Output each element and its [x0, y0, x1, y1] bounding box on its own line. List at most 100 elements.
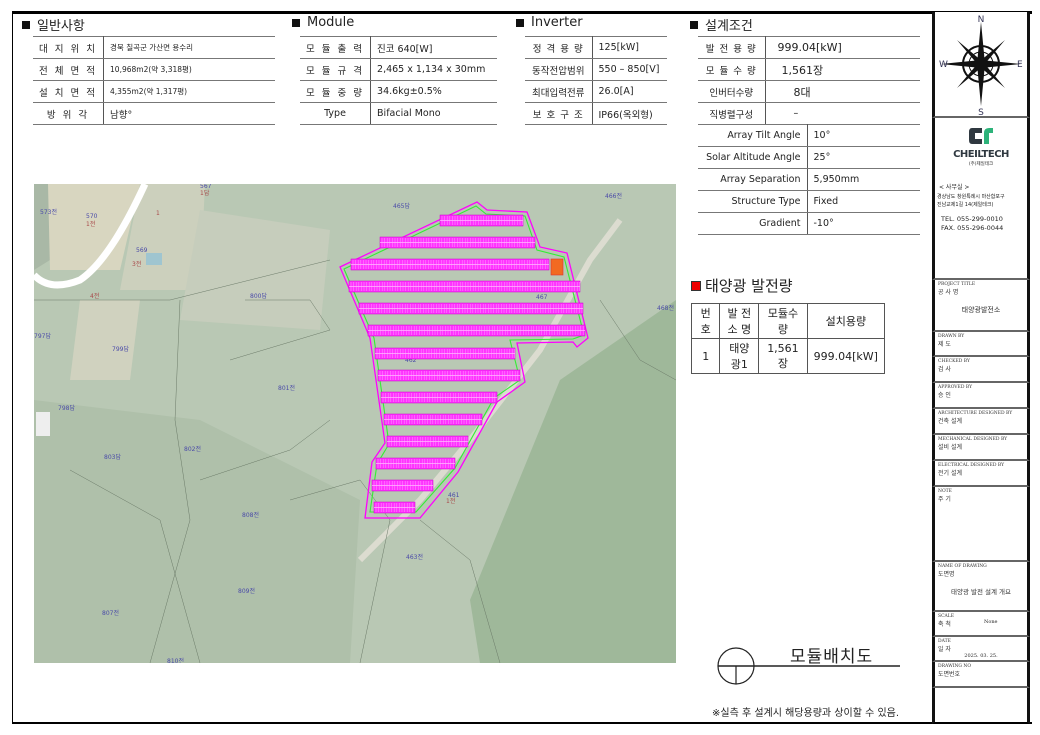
label: Gradient	[698, 212, 808, 235]
value: 999.04[kW]	[765, 36, 920, 59]
value: 10°	[807, 124, 920, 147]
value: 550 – 850[V]	[592, 58, 667, 81]
caption: DRAWING NO	[938, 664, 972, 669]
parcel-label: 4전	[90, 292, 99, 300]
caption-kr: 도면명	[938, 571, 955, 578]
parcel-label: 808전	[242, 511, 259, 519]
electrical-cell: ELECTRICAL DESIGNED BY 전기 설계	[932, 461, 1030, 487]
label: 모 듈 출 력	[300, 36, 372, 59]
parcel-label: 3전	[132, 260, 141, 268]
value: 5,950mm	[807, 168, 920, 191]
value: 26.0[A]	[592, 80, 667, 103]
caption-kr: 일 자	[938, 646, 951, 653]
generation-table: 번 호 발 전 소 명 모듈수량 설치용량 1 태양광1 1,561장 999.…	[690, 303, 886, 374]
value: –	[765, 102, 920, 125]
date-value: 2025. 03. 25.	[964, 653, 998, 659]
label: 모 듈 중 량	[300, 80, 372, 103]
approved-by-cell: APPROVED BY 승 인	[932, 383, 1030, 409]
drawing-title: 모듈배치도	[790, 647, 874, 667]
section-general-header: 일반사항	[22, 15, 85, 34]
company-cell: CHEILTECH (주)제일테크 < 사무실 > 경상남도 창원특례시 마산합…	[932, 118, 1030, 280]
field-area	[180, 210, 330, 330]
compass-rose-icon: N S W E	[939, 15, 1023, 118]
module-table: 모 듈 출 력 진코 640[W] 모 듈 규 격 2,465 x 1,134 x …	[300, 36, 497, 125]
label: Array Tilt Angle	[698, 124, 808, 147]
caption-kr: 전기 설계	[938, 470, 962, 477]
caption-kr: 공 사 명	[938, 289, 959, 296]
note-cell: NOTE 주 기	[932, 487, 1030, 562]
value: -10°	[807, 212, 920, 235]
table-row: 1 태양광1 1,561장 999.04[kW]	[690, 338, 886, 374]
value: 10,968m2(약 3,318평)	[103, 58, 275, 81]
architecture-cell: ARCHITECTURE DESIGNED BY 건축 설계	[932, 409, 1030, 435]
inverter-box	[550, 258, 564, 276]
cell: 태양광1	[719, 338, 760, 374]
caption: MECHANICAL DESIGNED BY	[938, 437, 1008, 442]
value: 2,465 x 1,134 x 30mm	[370, 58, 497, 81]
caption-kr: 검 사	[938, 366, 951, 373]
value: 25°	[807, 146, 920, 169]
label: Type	[300, 102, 372, 125]
caption: APPROVED BY	[938, 385, 973, 390]
parcel-label: 809전	[238, 587, 255, 595]
parcel-label: 1답	[200, 190, 210, 197]
company-name-kr: (주)제일테크	[968, 162, 994, 167]
building	[146, 253, 162, 265]
label: 인버터수량	[698, 80, 766, 103]
value: 남향°	[103, 102, 275, 125]
caption: ARCHITECTURE DESIGNED BY	[938, 411, 1013, 416]
caption-kr: 주 기	[938, 496, 951, 503]
design-table: 발 전 용 량 999.04[kW] 모 듈 수 량 1,561장 인버터수량 8대 …	[698, 36, 920, 125]
parcel-label: 810전	[167, 657, 184, 663]
caption: SCALE	[938, 614, 955, 619]
telephone: TEL. 055-299-0010	[941, 215, 1003, 223]
parcel-label: 569	[136, 247, 148, 254]
caption: CHECKED BY	[938, 359, 970, 364]
caption-kr: 승 인	[938, 392, 951, 399]
parcel-label: 800답	[250, 293, 267, 300]
section-module-header: Module	[292, 15, 354, 30]
parcel-label: 799답	[112, 346, 129, 353]
label: 모 듈 규 격	[300, 58, 372, 81]
section-design-header: 설계조건	[690, 15, 753, 34]
parcel-label: 467	[536, 294, 548, 301]
company-name: CHEILTECH	[953, 149, 1009, 160]
svg-text:S: S	[978, 108, 984, 116]
header-cell: 설치용량	[806, 303, 886, 339]
label: 최대입력전류	[525, 80, 593, 103]
caption-kr: 설비 설계	[938, 444, 962, 451]
cell: 1,561장	[758, 338, 808, 374]
cell: 999.04[kW]	[806, 338, 886, 374]
address-line: 진남교제1길 14(제일테크)	[937, 202, 994, 208]
caption: DRAWN BY	[938, 334, 965, 339]
scale-value: None	[983, 619, 998, 625]
parcel-label: 570	[86, 213, 98, 220]
frame-border	[12, 12, 13, 724]
parcel-label: 802전	[184, 445, 201, 453]
value: 4,355m2(약 1,317평)	[103, 80, 275, 103]
section-title: 설계조건	[705, 19, 753, 34]
general-table: 대 지 위 치 경북 칠곡군 가산면 용수리 전 체 면 적 10,968m2(약 …	[33, 36, 275, 125]
parcel-label: 798답	[58, 405, 75, 412]
label: 전 체 면 적	[33, 58, 105, 81]
label: 방 위 각	[33, 102, 105, 125]
label: 동작전압범위	[525, 58, 593, 81]
fax: FAX. 055-296-0044	[941, 224, 1004, 232]
caption-kr: 도면번호	[938, 671, 961, 678]
label: 대 지 위 치	[33, 36, 105, 59]
label: 직병렬구성	[698, 102, 766, 125]
value: 진코 640[W]	[370, 36, 497, 59]
caption: NOTE	[938, 489, 952, 494]
value: IP66(옥외형)	[592, 102, 667, 125]
drawing-name-cell: NAME OF DRAWING 도면명 태양광 발전 설계 개요	[932, 562, 1030, 612]
generation-header: 태양광 발전량	[691, 275, 793, 296]
section-title: 일반사항	[37, 19, 85, 34]
parcel-label: 463전	[406, 553, 423, 561]
parcel-label: 797답	[34, 333, 51, 340]
label: 설 치 면 적	[33, 80, 105, 103]
scale-cell: SCALE 축 척 None	[932, 612, 1030, 637]
label: 모 듈 수 량	[698, 58, 766, 81]
label: 정 격 용 량	[525, 36, 593, 59]
caption: DATE	[938, 639, 951, 644]
value: 8대	[765, 80, 920, 103]
